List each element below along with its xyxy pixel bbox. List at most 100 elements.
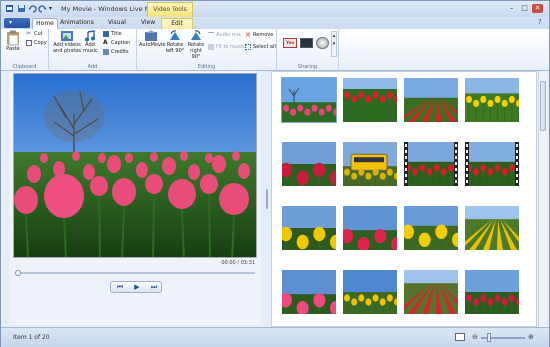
- clip-thumbnail: [343, 206, 397, 250]
- storyboard-clip[interactable]: [282, 142, 336, 186]
- disc-icon[interactable]: [316, 37, 329, 49]
- status-bar: Item 1 of 20 ⊖ ⊕: [1, 327, 549, 347]
- cut-button[interactable]: ✂ Cut: [26, 30, 43, 38]
- film-share-icon[interactable]: [300, 38, 313, 48]
- caption-button[interactable]: A Caption: [103, 39, 130, 47]
- remove-button[interactable]: ✕ Remove: [245, 31, 273, 39]
- add-group-label: Add: [87, 64, 98, 70]
- qat-dropdown-icon[interactable]: ▾: [49, 4, 58, 13]
- copy-button[interactable]: Copy: [26, 39, 47, 47]
- storyboard-clip[interactable]: [465, 270, 519, 314]
- paste-icon: [7, 30, 19, 46]
- close-button[interactable]: ✕: [532, 4, 543, 13]
- rotate-right-icon: [191, 30, 201, 40]
- app-icon: [5, 4, 14, 13]
- clip-thumbnail: [343, 270, 397, 314]
- credits-label: Credits: [111, 49, 129, 55]
- minimize-button[interactable]: –: [506, 4, 517, 13]
- scissors-icon: ✂: [26, 29, 32, 37]
- rotate-left-button[interactable]: Rotate left 90°: [165, 30, 185, 54]
- app-menu-label: ▾: [9, 19, 13, 26]
- youtube-icon[interactable]: You: [283, 38, 297, 48]
- paste-button[interactable]: Paste: [4, 30, 22, 52]
- status-item-count: Item 1 of 20: [13, 334, 50, 341]
- storyboard-clip[interactable]: [343, 78, 397, 122]
- seek-track[interactable]: [15, 272, 255, 274]
- seek-thumb[interactable]: [15, 270, 21, 276]
- ribbon-tabs: ▾ Home Animations Visual Effects View Ed…: [1, 17, 549, 36]
- storyboard-clip[interactable]: [465, 142, 519, 186]
- copy-icon: [26, 39, 32, 46]
- credits-icon: [103, 48, 109, 55]
- rotate-right-button[interactable]: Rotate right 90°: [186, 30, 206, 60]
- zoom-slider-thumb[interactable]: [487, 333, 491, 342]
- storyboard[interactable]: [271, 71, 537, 327]
- preview-image: [14, 74, 256, 257]
- maximize-button[interactable]: □: [519, 4, 530, 13]
- editing-group: AutoMovie Rotate left 90° Rotate right 9…: [137, 29, 277, 71]
- automovie-button[interactable]: AutoMovie: [139, 30, 165, 48]
- tab-edit[interactable]: Edit: [161, 18, 193, 29]
- credits-button[interactable]: Credits: [103, 48, 129, 56]
- storyboard-scrollbar[interactable]: [538, 71, 547, 327]
- video-preview[interactable]: [13, 73, 257, 258]
- editing-group-label: Editing: [197, 64, 216, 70]
- redo-icon[interactable]: [38, 4, 47, 13]
- gallery-scroll-icon[interactable]: ▴ ▾: [331, 31, 337, 57]
- app-menu-button[interactable]: ▾: [4, 18, 30, 28]
- help-icon[interactable]: ?: [538, 18, 542, 26]
- previous-frame-icon[interactable]: ⏮: [113, 283, 127, 292]
- thumbnail-size-icon[interactable]: [455, 333, 465, 341]
- context-tab-video-tools: Video Tools: [147, 2, 193, 17]
- playback-controls: ⏮ ▶ ⏭: [110, 281, 162, 293]
- audio-mix-icon: [208, 31, 214, 38]
- clip-thumbnail: [282, 142, 336, 186]
- storyboard-clip[interactable]: [404, 270, 458, 314]
- storyboard-clip[interactable]: [404, 206, 458, 250]
- preview-pane: 00:00 / 03:31 ⏮ ▶ ⏭: [9, 71, 261, 325]
- play-icon[interactable]: ▶: [130, 283, 144, 292]
- select-all-label: Select all: [253, 44, 276, 50]
- storyboard-clip[interactable]: [343, 142, 397, 186]
- storyboard-clip[interactable]: [343, 206, 397, 250]
- storyboard-clip[interactable]: [404, 142, 458, 186]
- undo-icon[interactable]: [28, 4, 37, 13]
- storyboard-clip[interactable]: [404, 78, 458, 122]
- storyboard-clip[interactable]: [343, 270, 397, 314]
- rotate-left-icon: [170, 30, 180, 40]
- clip-thumbnail: [282, 270, 336, 314]
- tab-view[interactable]: View: [138, 18, 158, 29]
- cut-label: Cut: [34, 31, 43, 37]
- storyboard-clip[interactable]: [465, 78, 519, 122]
- add-music-button[interactable]: Add music: [83, 30, 98, 54]
- tab-home[interactable]: Home: [32, 18, 58, 29]
- clip-thumbnail: [465, 78, 519, 122]
- tab-animations[interactable]: Animations: [60, 18, 94, 29]
- scrollbar-thumb[interactable]: [540, 81, 546, 131]
- pane-splitter[interactable]: [264, 71, 270, 327]
- storyboard-clip[interactable]: [282, 270, 336, 314]
- audio-mix-button[interactable]: Audio mix: [208, 31, 241, 39]
- seek-bar[interactable]: [15, 270, 255, 276]
- remove-icon: ✕: [245, 30, 251, 39]
- clip-thumbnail: [404, 78, 458, 122]
- zoom-out-icon[interactable]: ⊖: [472, 333, 478, 341]
- caption-label: Caption: [111, 40, 131, 46]
- add-videos-photos-button[interactable]: Add videos and photos: [52, 30, 82, 54]
- title-button[interactable]: Title: [103, 30, 122, 38]
- title-label: Title: [111, 31, 122, 37]
- tab-visual-effects[interactable]: Visual Effects: [97, 18, 137, 36]
- storyboard-clip[interactable]: [465, 206, 519, 250]
- storyboard-clip[interactable]: [282, 206, 336, 250]
- save-icon[interactable]: [17, 4, 26, 13]
- next-frame-icon[interactable]: ⏭: [147, 283, 161, 292]
- storyboard-clip[interactable]: [281, 77, 337, 123]
- clip-thumbnail: [343, 78, 397, 122]
- add-music-label: Add music: [83, 42, 98, 54]
- select-all-button[interactable]: Select all: [245, 43, 276, 51]
- clipboard-group: Paste ✂ Cut Copy Clipboard: [1, 29, 49, 71]
- title-icon: [103, 30, 109, 37]
- add-group: Add videos and photos Add music Title AC…: [49, 29, 137, 71]
- zoom-in-icon[interactable]: ⊕: [528, 333, 534, 341]
- fit-to-music-button[interactable]: Fit to music: [208, 43, 245, 51]
